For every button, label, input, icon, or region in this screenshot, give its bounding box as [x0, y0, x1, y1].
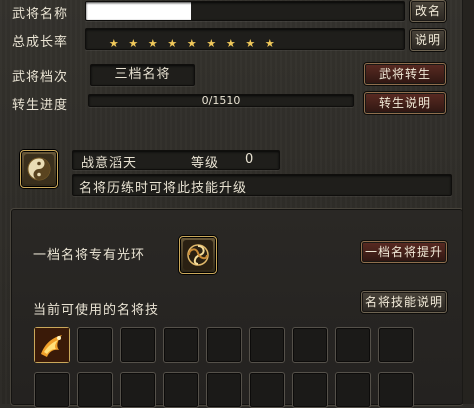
star-icon: ★ — [128, 37, 139, 50]
skill-slot[interactable] — [335, 327, 371, 363]
progress-text: 0/1510 — [201, 94, 241, 107]
halo-label: 一档名将专有光环 — [33, 248, 146, 263]
skill-slot[interactable] — [163, 372, 199, 408]
growth-stars: ★ ★ ★ ★ ★ ★ ★ ★ ★ — [85, 28, 405, 50]
halo-upgrade-button[interactable]: 一档名将提升 — [361, 241, 447, 263]
skill-slot[interactable] — [120, 372, 156, 408]
star-icon: ★ — [225, 37, 236, 50]
star-icon: ★ — [167, 37, 178, 50]
skill-slot[interactable] — [335, 372, 371, 408]
skill-slot[interactable] — [292, 372, 328, 408]
scrollbar[interactable] — [462, 0, 474, 404]
star-icon: ★ — [245, 37, 256, 50]
skill-name: 战意滔天 — [81, 156, 138, 171]
growth-explain-button[interactable]: 说明 — [410, 29, 446, 51]
skill-slot[interactable] — [378, 327, 414, 363]
stars-row: ★ ★ ★ ★ ★ ★ ★ ★ ★ — [104, 32, 280, 51]
skill-name-box: 战意滔天 等级 0 — [72, 150, 280, 171]
rank-value: 三档名将 — [90, 64, 195, 86]
skill-slot[interactable] — [77, 372, 113, 408]
rebirth-progress-bar: 0/1510 — [88, 94, 354, 107]
skill-slot[interactable] — [120, 327, 156, 363]
skill-slot[interactable] — [77, 327, 113, 363]
star-icon: ★ — [186, 37, 197, 50]
phoenix-icon — [35, 328, 69, 362]
swirl-halo-icon — [183, 240, 213, 270]
skill-icon-frame[interactable] — [20, 150, 58, 188]
rebirth-explain-button[interactable]: 转生说明 — [364, 92, 446, 114]
skill-level-value: 0 — [245, 152, 254, 167]
skill-slot[interactable] — [206, 327, 242, 363]
star-icon: ★ — [147, 37, 158, 50]
yin-yang-icon — [24, 154, 54, 184]
skill-slot[interactable] — [34, 372, 70, 408]
general-panel: 武将名称 改名 总成长率 ★ ★ ★ ★ ★ ★ ★ ★ ★ 说明 武将档次 三档名将 武将转生… — [0, 0, 474, 408]
skill-slot[interactable] — [249, 327, 285, 363]
skill-slot[interactable] — [249, 372, 285, 408]
halo-skills-panel: 一档名将专有光环 一档名将提升 当前可使用的名将技 名将技能说明 — [10, 208, 464, 408]
halo-icon-frame[interactable] — [179, 236, 217, 274]
skills-explain-button[interactable]: 名将技能说明 — [361, 291, 447, 313]
star-icon: ★ — [206, 37, 217, 50]
skills-list-label: 当前可使用的名将技 — [33, 303, 160, 318]
star-icon: ★ — [108, 37, 119, 50]
progress-label: 转生进度 — [12, 98, 69, 113]
rename-button[interactable]: 改名 — [410, 0, 446, 22]
skill-slot[interactable] — [34, 327, 70, 363]
skill-slot[interactable] — [206, 372, 242, 408]
skill-slot[interactable] — [378, 372, 414, 408]
star-icon: ★ — [264, 37, 275, 50]
growth-label: 总成长率 — [12, 35, 69, 50]
rank-label: 武将档次 — [12, 70, 69, 85]
skill-description-box: 名将历练时可将此技能升级 — [72, 174, 452, 196]
name-label: 武将名称 — [12, 7, 69, 22]
name-field[interactable] — [85, 1, 405, 21]
skill-description: 名将历练时可将此技能升级 — [79, 181, 248, 196]
skill-slot[interactable] — [292, 327, 328, 363]
rebirth-button[interactable]: 武将转生 — [364, 63, 446, 85]
skill-level-label: 等级 — [191, 156, 220, 171]
skill-slot[interactable] — [163, 327, 199, 363]
